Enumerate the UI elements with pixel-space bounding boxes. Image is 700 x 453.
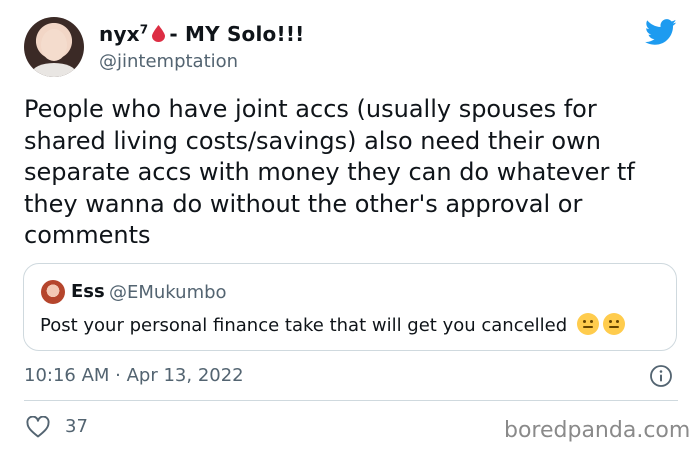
quote-author-handle: @EMukumbo	[109, 282, 227, 303]
quote-text-content: Post your personal finance take that wil…	[40, 315, 568, 336]
display-name-suffix: - MY Solo!!!	[169, 22, 305, 46]
quoted-tweet-card[interactable]: Ess @EMukumbo Post your personal finance…	[23, 263, 677, 351]
tweet-timestamp[interactable]: 10:16 AM · Apr 13, 2022	[24, 365, 244, 386]
author-display-name[interactable]: nyx7 - MY Solo!!!	[99, 22, 304, 46]
info-icon[interactable]	[649, 364, 673, 388]
author-handle[interactable]: @jintemptation	[99, 51, 238, 72]
watermark: boredpanda.com	[504, 418, 691, 443]
like-count: 37	[65, 416, 88, 437]
hand-over-mouth-emoji-icon	[576, 313, 599, 335]
avatar-face	[41, 29, 67, 61]
author-avatar[interactable]	[24, 17, 84, 77]
quote-author-avatar	[41, 280, 65, 304]
display-name-prefix: nyx	[99, 22, 140, 46]
quote-text: Post your personal finance take that wil…	[40, 313, 625, 336]
quote-author-name: Ess	[71, 281, 105, 302]
heart-icon[interactable]	[26, 416, 50, 438]
twitter-bird-icon[interactable]	[645, 19, 677, 46]
thinking-face-emoji-icon	[602, 313, 625, 335]
red-drop-icon	[152, 25, 166, 42]
display-name-sup: 7	[139, 22, 149, 37]
tweet-text: People who have joint accs (usually spou…	[24, 95, 635, 249]
divider	[24, 400, 678, 401]
avatar-shirt	[32, 63, 76, 77]
